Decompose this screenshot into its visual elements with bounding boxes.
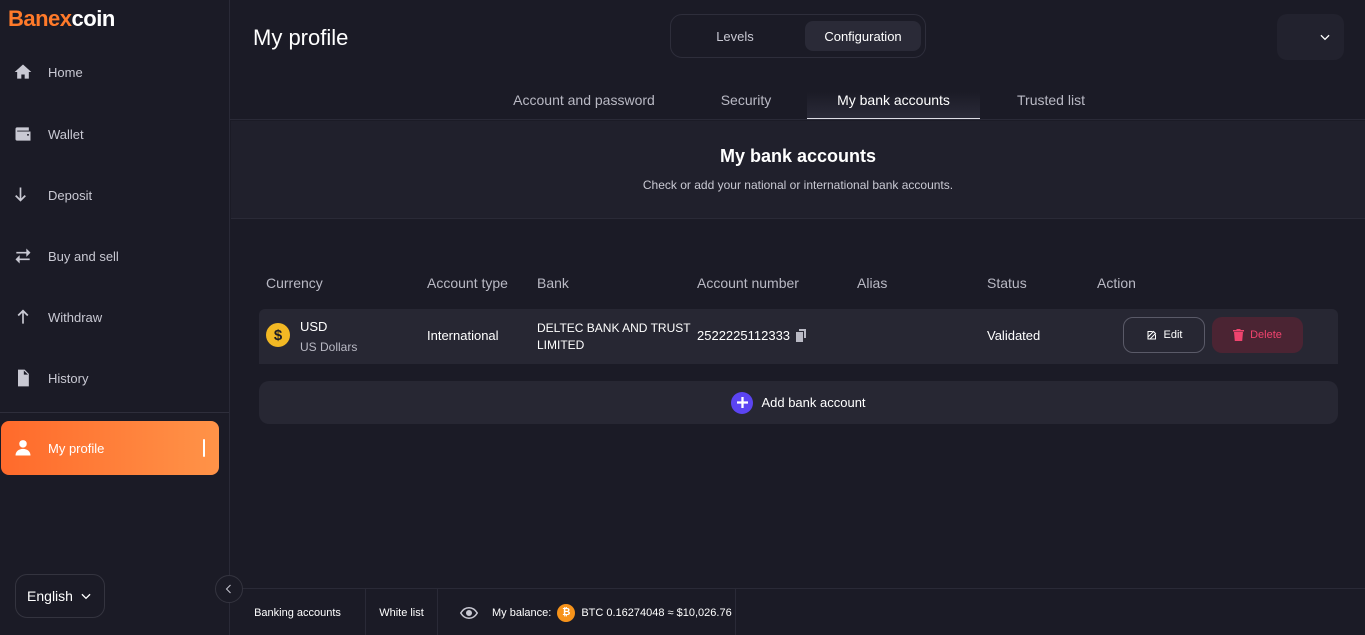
account-number: 2522225112333	[697, 328, 791, 343]
account-type: International	[427, 328, 499, 343]
section-subtitle: Check or add your national or internatio…	[642, 178, 954, 192]
tabs-divider	[230, 119, 1365, 120]
language-label: English	[27, 588, 73, 604]
copy-icon[interactable]	[796, 329, 808, 342]
user-menu-button[interactable]	[1277, 14, 1344, 60]
delete-label: Delete	[1250, 329, 1282, 341]
segment-configuration[interactable]: Configuration	[805, 21, 921, 51]
chevron-down-icon	[1320, 34, 1330, 41]
chevron-left-icon	[225, 584, 231, 594]
add-bank-account-button[interactable]: Add bank account	[259, 381, 1338, 424]
sidebar-item-buy-sell[interactable]: Buy and sell	[0, 236, 229, 276]
section-title: My bank accounts	[719, 146, 877, 166]
footer-banking-accounts[interactable]: Banking accounts	[230, 589, 366, 635]
footer-white-list[interactable]: White list	[366, 589, 438, 635]
balance-label: My balance:	[492, 606, 552, 619]
sidebar: Banexcoin Home Wallet Deposit Buy and se…	[0, 0, 230, 635]
sidebar-item-label: History	[48, 370, 89, 386]
tab-security[interactable]: Security	[706, 92, 786, 120]
chevron-down-icon	[81, 593, 91, 600]
balance-value: BTC 0.16274048 ≈ $10,026.76	[581, 606, 732, 619]
trash-icon	[1233, 329, 1245, 341]
column-header-account-number: Account number	[697, 275, 799, 291]
history-icon	[12, 367, 34, 389]
footer-balance: My balance: ₿ BTC 0.16274048 ≈ $10,026.7…	[438, 589, 736, 635]
tab-trusted-list[interactable]: Trusted list	[1002, 92, 1100, 120]
eye-icon[interactable]	[460, 606, 478, 620]
segmented-control: Levels Configuration	[670, 14, 926, 58]
sidebar-item-label: Deposit	[48, 187, 93, 203]
tab-my-bank-accounts[interactable]: My bank accounts	[807, 92, 980, 120]
edit-button[interactable]: Edit	[1123, 317, 1205, 353]
currency-code: USD	[300, 319, 328, 334]
sidebar-divider	[0, 412, 229, 413]
column-header-status: Status	[987, 275, 1027, 291]
sidebar-item-label: My profile	[48, 440, 105, 456]
sidebar-item-deposit[interactable]: Deposit	[0, 175, 229, 215]
edit-label: Edit	[1163, 329, 1183, 341]
column-header-account-type: Account type	[427, 275, 508, 291]
sidebar-item-my-profile[interactable]: My profile	[1, 421, 219, 475]
sidebar-item-withdraw[interactable]: Withdraw	[0, 297, 229, 337]
swap-icon	[12, 245, 34, 267]
delete-button[interactable]: Delete	[1212, 317, 1303, 353]
active-indicator	[203, 439, 205, 457]
account-number-cell: 2522225112333	[697, 328, 808, 343]
sidebar-item-label: Withdraw	[48, 309, 103, 325]
brand-logo[interactable]: Banexcoin	[8, 6, 115, 32]
sidebar-item-label: Home	[48, 64, 83, 80]
wallet-icon	[12, 123, 34, 145]
footer-bar: Banking accounts White list My balance: …	[230, 588, 1365, 635]
column-header-alias: Alias	[857, 275, 888, 291]
currency-name: US Dollars	[300, 340, 358, 354]
usd-coin-icon: $	[266, 323, 290, 347]
column-header-bank: Bank	[537, 275, 569, 291]
sidebar-item-label: Wallet	[48, 126, 84, 142]
add-bank-account-label: Add bank account	[761, 395, 866, 410]
language-selector[interactable]: English	[15, 574, 105, 618]
page-title: My profile	[253, 25, 349, 50]
tab-account-password[interactable]: Account and password	[500, 92, 668, 120]
sidebar-item-label: Buy and sell	[48, 248, 119, 264]
sidebar-item-wallet[interactable]: Wallet	[0, 114, 229, 154]
segment-levels[interactable]: Levels	[677, 21, 793, 51]
column-header-currency: Currency	[266, 275, 323, 291]
sidebar-collapse-button[interactable]	[215, 575, 243, 603]
sidebar-item-history[interactable]: History	[0, 358, 229, 398]
edit-icon	[1147, 330, 1156, 340]
bitcoin-icon: ₿	[557, 603, 576, 622]
deposit-icon	[12, 184, 34, 206]
sidebar-item-home[interactable]: Home	[0, 52, 229, 92]
column-header-action: Action	[1097, 275, 1136, 291]
user-icon	[12, 437, 34, 459]
bank-name: DELTEC BANK AND TRUST LIMITED	[537, 321, 691, 352]
section-header: My bank accounts Check or add your natio…	[231, 121, 1365, 219]
status-badge: Validated	[987, 328, 1041, 343]
plus-icon	[731, 391, 754, 414]
table-row: $ USD US Dollars International DELTEC BA…	[259, 309, 1338, 366]
withdraw-icon	[12, 306, 34, 328]
home-icon	[12, 61, 34, 83]
